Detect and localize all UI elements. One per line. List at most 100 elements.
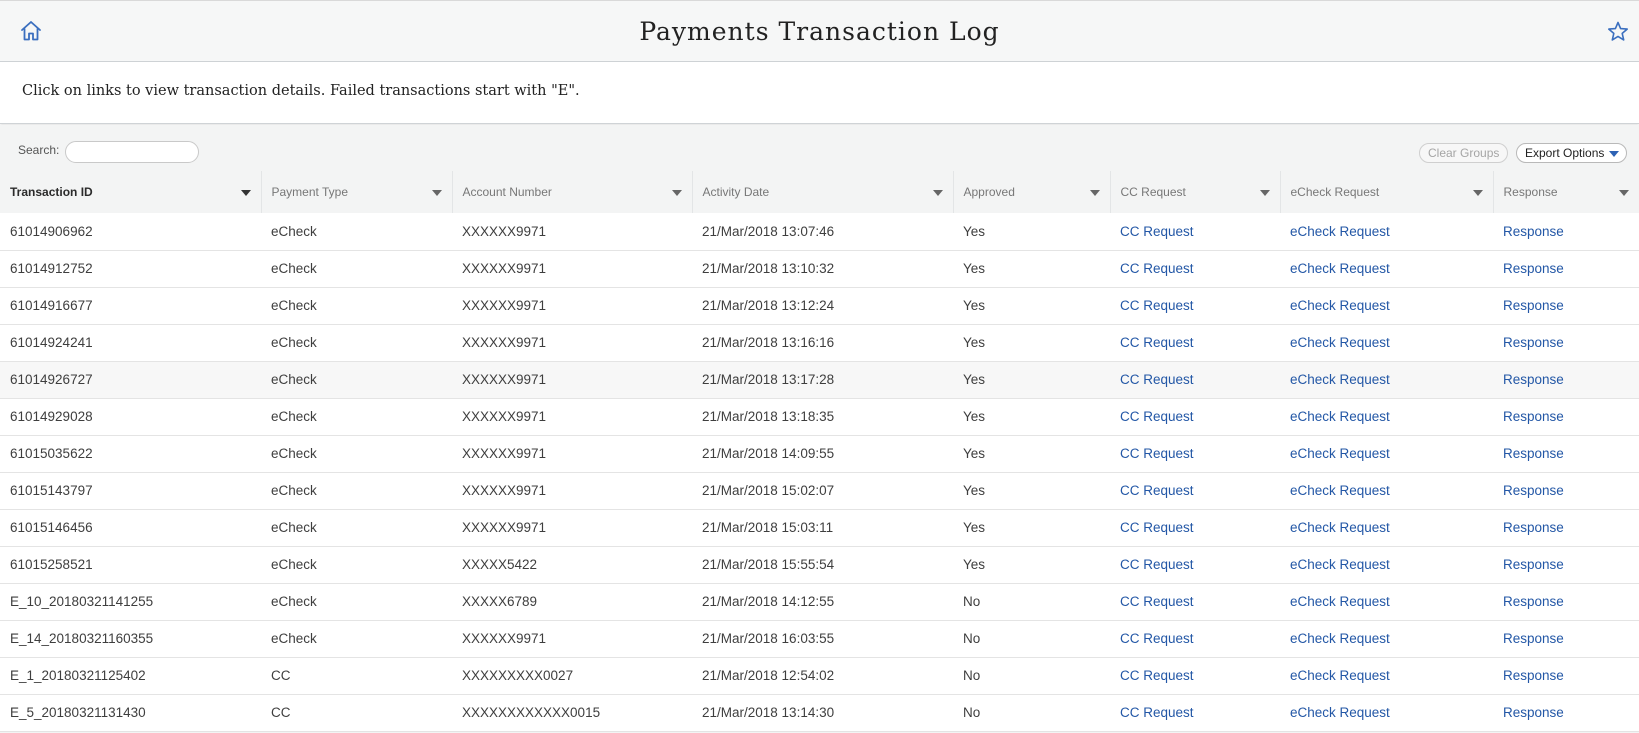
column-header-account-number[interactable]: Account Number [452,171,693,213]
cc-request-link[interactable]: CC Request [1110,620,1280,658]
account-number-cell: XXXXX5422 [452,546,692,584]
echeck-request-link[interactable]: eCheck Request [1280,657,1493,695]
column-header-echeck-request[interactable]: eCheck Request [1280,171,1494,213]
echeck-request-link[interactable]: eCheck Request [1280,509,1493,547]
approved-cell: No [953,620,1110,658]
cc-request-link[interactable]: CC Request [1110,546,1280,584]
column-menu-chevron-icon[interactable] [1618,190,1629,196]
column-header-approved[interactable]: Approved [953,171,1111,213]
echeck-request-link[interactable]: eCheck Request [1280,287,1493,325]
table-row[interactable]: E_5_20180321131430 CC XXXXXXXXXXXX0015 21/M… [0,694,1639,732]
column-menu-chevron-icon[interactable] [431,190,442,196]
echeck-request-link[interactable]: eCheck Request [1280,435,1493,473]
column-menu-chevron-icon[interactable] [932,190,943,196]
activity-date-cell: 21/Mar/2018 13:16:16 [692,324,953,362]
table-row[interactable]: 61014926727 eCheck XXXXXX9971 21/Mar/2018 1… [0,361,1639,399]
cc-request-link[interactable]: CC Request [1110,324,1280,362]
cc-request-link[interactable]: CC Request [1110,398,1280,436]
response-link[interactable]: Response [1493,398,1639,436]
echeck-request-link[interactable]: eCheck Request [1280,250,1493,288]
response-link[interactable]: Response [1493,472,1639,510]
cc-request-link[interactable]: CC Request [1110,583,1280,621]
column-header-transaction-id[interactable]: Transaction ID [0,171,262,213]
table-row[interactable]: 61015035622 eCheck XXXXXX9971 21/Mar/2018 1… [0,435,1639,473]
column-menu-chevron-icon[interactable] [671,190,682,196]
response-link[interactable]: Response [1493,324,1639,362]
account-number-cell: XXXXXX9971 [452,324,692,362]
column-header-response[interactable]: Response [1493,171,1639,213]
transaction-grid-area: Search: Clear Groups Export Options Tran… [0,125,1639,733]
response-link[interactable]: Response [1493,509,1639,547]
echeck-request-link[interactable]: eCheck Request [1280,361,1493,399]
table-row[interactable]: 61014929028 eCheck XXXXXX9971 21/Mar/2018 1… [0,398,1639,436]
response-link[interactable]: Response [1493,213,1639,251]
response-link[interactable]: Response [1493,657,1639,695]
echeck-request-link[interactable]: eCheck Request [1280,694,1493,732]
account-number-cell: XXXXXX9971 [452,398,692,436]
activity-date-cell: 21/Mar/2018 13:07:46 [692,213,953,251]
echeck-request-link[interactable]: eCheck Request [1280,213,1493,251]
cc-request-link[interactable]: CC Request [1110,435,1280,473]
response-link[interactable]: Response [1493,694,1639,732]
cc-request-link[interactable]: CC Request [1110,509,1280,547]
echeck-request-link[interactable]: eCheck Request [1280,546,1493,584]
table-row[interactable]: 61014916677 eCheck XXXXXX9971 21/Mar/2018 1… [0,287,1639,325]
column-menu-chevron-icon[interactable] [1259,190,1270,196]
approved-cell: Yes [953,324,1110,362]
echeck-request-link[interactable]: eCheck Request [1280,620,1493,658]
table-row[interactable]: 61014912752 eCheck XXXXXX9971 21/Mar/2018 1… [0,250,1639,288]
approved-cell: Yes [953,287,1110,325]
echeck-request-link[interactable]: eCheck Request [1280,324,1493,362]
payment-type-cell: eCheck [261,435,452,473]
table-row[interactable]: E_10_20180321141255 eCheck XXXXX6789 21/Mar… [0,583,1639,621]
search-input[interactable] [65,141,199,163]
cc-request-link[interactable]: CC Request [1110,361,1280,399]
account-number-cell: XXXXXX9971 [452,620,692,658]
response-link[interactable]: Response [1493,583,1639,621]
response-link[interactable]: Response [1493,620,1639,658]
column-header-cc-request[interactable]: CC Request [1110,171,1281,213]
column-header-label: Transaction ID [10,185,93,199]
column-header-label: Account Number [462,185,552,199]
response-link[interactable]: Response [1493,250,1639,288]
clear-groups-button[interactable]: Clear Groups [1419,143,1509,163]
export-options-label: Export Options [1525,146,1605,160]
star-icon[interactable] [1605,19,1631,45]
table-row[interactable]: 61015258521 eCheck XXXXX5422 21/Mar/2018 15… [0,546,1639,584]
column-header-label: Activity Date [702,185,770,199]
cc-request-link[interactable]: CC Request [1110,472,1280,510]
echeck-request-link[interactable]: eCheck Request [1280,472,1493,510]
cc-request-link[interactable]: CC Request [1110,657,1280,695]
activity-date-cell: 21/Mar/2018 13:10:32 [692,250,953,288]
echeck-request-link[interactable]: eCheck Request [1280,583,1493,621]
cc-request-link[interactable]: CC Request [1110,250,1280,288]
column-header-activity-date[interactable]: Activity Date [692,171,954,213]
table-row[interactable]: 61014924241 eCheck XXXXXX9971 21/Mar/2018 1… [0,324,1639,362]
column-menu-chevron-icon[interactable] [1472,190,1483,196]
table-row[interactable]: E_1_20180321125402 CC XXXXXXXXX0027 21/Mar/… [0,657,1639,695]
table-row[interactable]: 61015143797 eCheck XXXXXX9971 21/Mar/2018 1… [0,472,1639,510]
table-body: 61014906962 eCheck XXXXXX9971 21/Mar/2018 1… [0,213,1639,732]
table-row[interactable]: 61014906962 eCheck XXXXXX9971 21/Mar/2018 1… [0,213,1639,251]
payment-type-cell: eCheck [261,361,452,399]
echeck-request-link[interactable]: eCheck Request [1280,398,1493,436]
activity-date-cell: 21/Mar/2018 13:18:35 [692,398,953,436]
response-link[interactable]: Response [1493,361,1639,399]
column-menu-chevron-icon[interactable] [240,190,251,196]
table-row[interactable]: E_14_20180321160355 eCheck XXXXXX9971 21/Ma… [0,620,1639,658]
cc-request-link[interactable]: CC Request [1110,213,1280,251]
response-link[interactable]: Response [1493,546,1639,584]
cc-request-link[interactable]: CC Request [1110,694,1280,732]
response-link[interactable]: Response [1493,435,1639,473]
column-menu-chevron-icon[interactable] [1089,190,1100,196]
response-link[interactable]: Response [1493,287,1639,325]
export-options-dropdown[interactable]: Export Options [1516,143,1628,163]
activity-date-cell: 21/Mar/2018 16:03:55 [692,620,953,658]
cc-request-link[interactable]: CC Request [1110,287,1280,325]
column-header-payment-type[interactable]: Payment Type [261,171,453,213]
transaction-id-cell: E_14_20180321160355 [0,620,261,658]
approved-cell: Yes [953,250,1110,288]
table-row[interactable]: 61015146456 eCheck XXXXXX9971 21/Mar/2018 1… [0,509,1639,547]
approved-cell: Yes [953,546,1110,584]
transaction-id-cell: 61015035622 [0,435,261,473]
